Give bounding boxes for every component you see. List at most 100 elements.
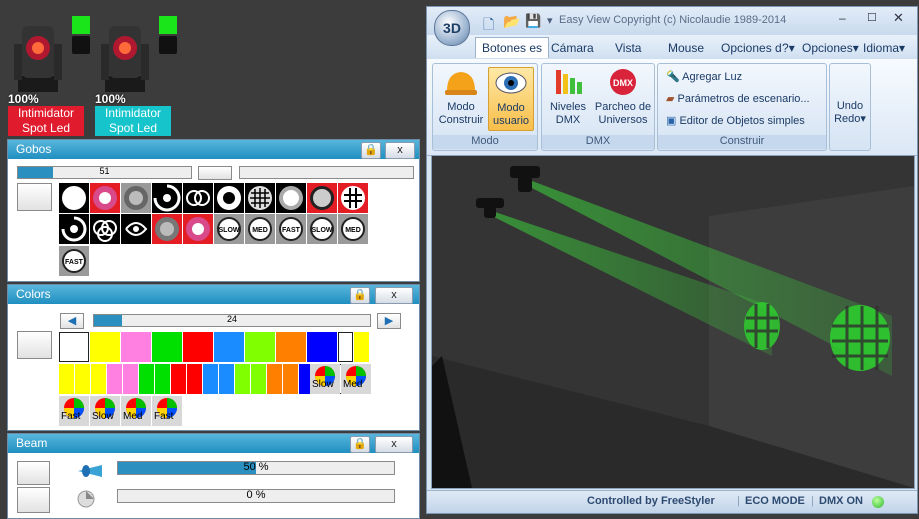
focus-reset-button[interactable] xyxy=(17,487,50,513)
open-icon[interactable]: 📂 xyxy=(503,13,520,30)
gobo-cell[interactable] xyxy=(59,183,89,213)
color-next-button[interactable]: ▶ xyxy=(377,313,401,329)
color-swatch-split[interactable] xyxy=(203,364,218,394)
tab-botones[interactable]: Botones es xyxy=(475,37,550,58)
color-wheel-med-cell[interactable]: Med xyxy=(121,396,151,426)
fixture-2[interactable]: 100% Intimidator Spot Led xyxy=(95,12,177,136)
save-icon[interactable]: 💾 xyxy=(525,13,541,29)
gobo-icon xyxy=(72,36,90,54)
gobo-cell[interactable] xyxy=(90,214,120,244)
gobo-cell[interactable] xyxy=(121,214,151,244)
opciones-menu[interactable]: Opciones▾ xyxy=(802,41,859,55)
gobo-cell[interactable] xyxy=(152,214,182,244)
color-swatch-split[interactable] xyxy=(123,364,138,394)
lock-button[interactable]: 🔒 xyxy=(350,287,370,304)
close-window-button[interactable]: ✕ xyxy=(893,10,904,26)
close-button[interactable]: x xyxy=(385,142,415,159)
color-wheel-med-cell[interactable]: Med xyxy=(341,364,371,394)
color-prev-button[interactable]: ◀ xyxy=(60,313,84,329)
3d-viewport[interactable] xyxy=(431,155,915,489)
gobo-cell[interactable] xyxy=(152,183,182,213)
color-swatch-split[interactable] xyxy=(59,364,74,394)
lock-button[interactable]: 🔒 xyxy=(361,142,381,159)
color-swatch[interactable] xyxy=(183,332,213,362)
gobo-cell[interactable] xyxy=(183,214,213,244)
gobo-cell[interactable] xyxy=(59,214,89,244)
parametros-escenario-button[interactable]: ▰ Parámetros de escenario... xyxy=(666,92,810,105)
color-swatch-split[interactable] xyxy=(235,364,250,394)
arrow-left-icon: ◀ xyxy=(67,315,77,327)
modo-usuario-button[interactable]: Modo usuario xyxy=(488,67,534,131)
color-swatch[interactable] xyxy=(121,332,151,362)
color-swatch-split[interactable] xyxy=(187,364,202,394)
speed-fast-cell[interactable]: FAST xyxy=(276,214,306,244)
gobo-cell[interactable] xyxy=(121,183,151,213)
color-wheel-fast-cell[interactable]: Fast xyxy=(152,396,182,426)
color-swatch-split[interactable] xyxy=(251,364,266,394)
gobo-cell[interactable] xyxy=(276,183,306,213)
speed-med-cell[interactable]: MED xyxy=(338,214,368,244)
focus-slider[interactable]: 0 % xyxy=(117,489,395,503)
color-slider[interactable]: 24 xyxy=(93,314,371,327)
speed-med-cell[interactable]: MED xyxy=(245,214,275,244)
niveles-dmx-button[interactable]: Niveles DMX xyxy=(545,67,591,129)
gobo-slider[interactable]: 51 xyxy=(17,166,192,179)
undo-redo-button[interactable]: Undo Redo▾ xyxy=(830,100,870,126)
color-swatch[interactable] xyxy=(338,332,353,362)
close-button[interactable]: x xyxy=(375,287,413,304)
gobo-step-button[interactable] xyxy=(198,166,232,180)
zoom-reset-button[interactable] xyxy=(17,461,50,485)
color-wheel-slow-cell[interactable]: Slow xyxy=(90,396,120,426)
color-open-button[interactable] xyxy=(17,331,52,359)
color-swatch-split[interactable] xyxy=(107,364,122,394)
fixture-1[interactable]: 100% Intimidator Spot Led xyxy=(8,12,90,136)
color-swatch-split[interactable] xyxy=(155,364,170,394)
parcheo-universos-button[interactable]: DMX Parcheo de Universos xyxy=(594,67,652,129)
color-swatch[interactable] xyxy=(307,332,337,362)
color-swatch[interactable] xyxy=(276,332,306,362)
gobo-cell[interactable] xyxy=(90,183,120,213)
agregar-luz-button[interactable]: 🔦 Agregar Luz xyxy=(666,70,742,83)
color-swatch-split[interactable] xyxy=(75,364,90,394)
tab-camara[interactable]: Cámara xyxy=(551,41,594,55)
color-swatch[interactable] xyxy=(245,332,275,362)
color-wheel-label: Slow xyxy=(312,379,334,390)
color-swatch[interactable] xyxy=(354,332,369,362)
gobo-cell[interactable] xyxy=(214,183,244,213)
app-logo-button[interactable]: 3D xyxy=(434,10,470,46)
tab-mouse[interactable]: Mouse xyxy=(668,41,704,55)
gobo-open-button[interactable] xyxy=(17,183,52,211)
tab-opciones[interactable]: Opciones d xyxy=(721,41,782,55)
color-swatch[interactable] xyxy=(214,332,244,362)
color-swatch[interactable] xyxy=(90,332,120,362)
color-swatch-split[interactable] xyxy=(283,364,298,394)
speed-slow-cell[interactable]: SLOW xyxy=(214,214,244,244)
maximize-button[interactable]: ☐ xyxy=(867,11,877,24)
gobo-rotation-slider[interactable] xyxy=(239,166,414,179)
gobo-cell[interactable] xyxy=(183,183,213,213)
lock-button[interactable]: 🔒 xyxy=(350,436,370,453)
idioma-menu[interactable]: Idioma▾ xyxy=(863,41,905,55)
speed-slow-cell[interactable]: SLOW xyxy=(307,214,337,244)
zoom-slider[interactable]: 50 % xyxy=(117,461,395,475)
minimize-button[interactable]: – xyxy=(839,11,846,25)
gobo-cell[interactable] xyxy=(245,183,275,213)
gobo-cell[interactable] xyxy=(338,183,368,213)
color-swatch[interactable] xyxy=(59,332,89,362)
gobo-cell[interactable] xyxy=(307,183,337,213)
customize-dropdown-icon[interactable]: ▾ xyxy=(547,14,553,27)
color-wheel-slow-cell[interactable]: Slow xyxy=(310,364,340,394)
color-swatch-split[interactable] xyxy=(139,364,154,394)
modo-construir-button[interactable]: Modo Construir xyxy=(438,67,484,129)
color-swatch-split[interactable] xyxy=(171,364,186,394)
close-button[interactable]: x xyxy=(375,436,413,453)
color-swatch-split[interactable] xyxy=(91,364,106,394)
speed-fast-cell[interactable]: FAST xyxy=(59,246,89,276)
help-menu[interactable]: ?▾ xyxy=(782,41,795,55)
color-swatch-split[interactable] xyxy=(267,364,282,394)
editor-objetos-button[interactable]: ▣ Editor de Objetos simples xyxy=(666,114,805,127)
color-swatch-split[interactable] xyxy=(219,364,234,394)
color-swatch[interactable] xyxy=(152,332,182,362)
color-wheel-fast-cell[interactable]: Fast xyxy=(59,396,89,426)
tab-vista[interactable]: Vista xyxy=(615,41,641,55)
